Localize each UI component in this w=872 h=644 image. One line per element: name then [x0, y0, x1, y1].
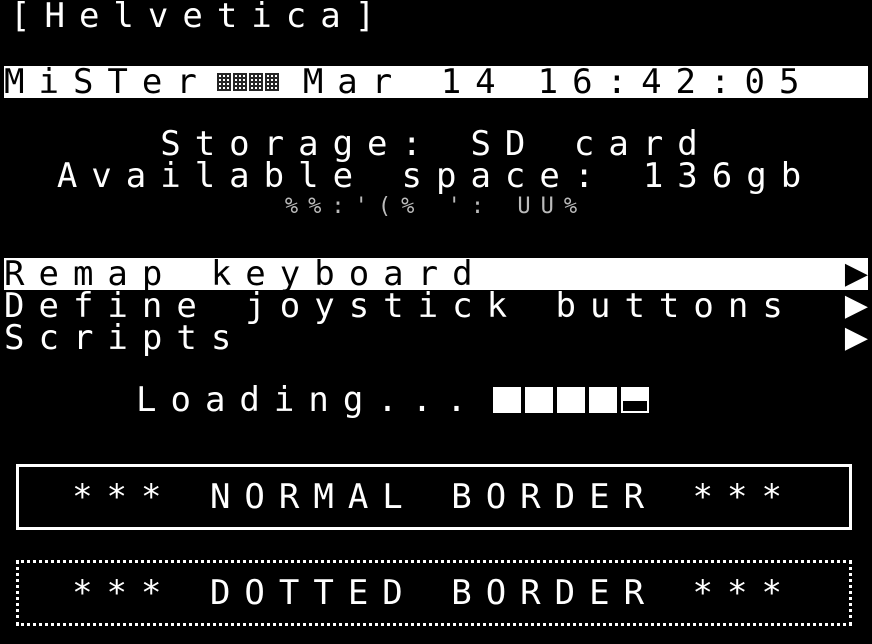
normal-border-label: *** NORMAL BORDER ***	[72, 477, 796, 517]
keyboard-icon	[264, 73, 279, 91]
dotted-border-label: *** DOTTED BORDER ***	[72, 573, 796, 613]
device-name: MiSTer	[4, 66, 211, 98]
progress-cell	[492, 387, 521, 413]
progress-cell	[556, 387, 585, 413]
grid-icon	[248, 73, 263, 91]
storage-garbled-line: %%:'(% ': UU%	[284, 194, 588, 219]
chevron-right-icon: ▶	[844, 256, 868, 291]
menu-item-scripts[interactable]: Scripts ▶	[4, 318, 868, 358]
chevron-right-icon: ▶	[844, 320, 868, 355]
dotted-border-box: *** DOTTED BORDER ***	[16, 560, 852, 626]
progress-cell	[524, 387, 553, 413]
progress-cell	[620, 387, 649, 413]
font-name-title: [Helvetica]	[10, 0, 390, 36]
loading-label: Loading...	[136, 380, 481, 420]
available-space: Available space: 136gb	[56, 156, 816, 196]
progress-cell	[588, 387, 617, 413]
status-date: Mar 14	[302, 66, 510, 98]
grid-icon	[232, 73, 247, 91]
status-time: 16:42:05	[537, 66, 814, 98]
normal-border-box: *** NORMAL BORDER ***	[16, 464, 852, 530]
status-icons	[216, 73, 279, 91]
loading-indicator: Loading...	[136, 380, 649, 420]
chevron-right-icon: ▶	[844, 288, 868, 323]
status-bar: MiSTer Mar 14 16:42:05	[4, 66, 868, 98]
loading-progress-bar	[492, 387, 649, 413]
network-icon	[216, 73, 231, 91]
menu-item-label: Scripts	[4, 318, 246, 358]
